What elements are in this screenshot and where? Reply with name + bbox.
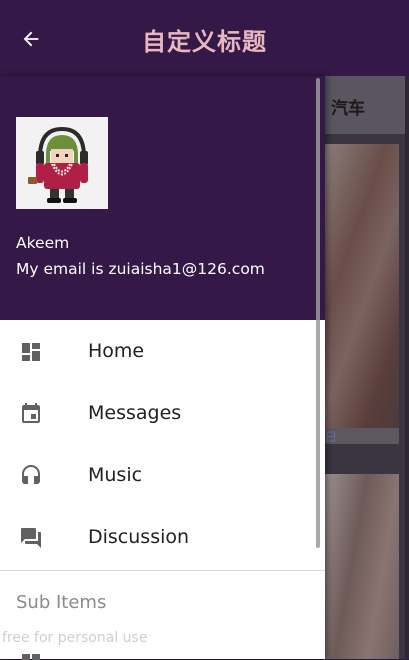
avatar[interactable] (16, 117, 108, 209)
user-email: My email is zuiaisha1@126.com (16, 260, 265, 278)
android-avatar-icon (28, 126, 88, 203)
image-card[interactable]: 日 (325, 144, 399, 444)
dashboard-icon (22, 343, 40, 361)
menu-item-label: Home (88, 340, 145, 362)
drawer-menu: Home Messages Music Discussion (0, 321, 325, 569)
app-bar: 自定义标题 (0, 0, 409, 76)
menu-item-label: Discussion (88, 526, 190, 548)
navigation-drawer: Akeem My email is zuiaisha1@126.com Home… (0, 76, 325, 660)
card-photo (325, 474, 399, 659)
user-name: Akeem (16, 234, 70, 252)
tab-cars[interactable]: 汽车 (325, 76, 409, 134)
calendar-icon (22, 403, 40, 423)
forum-icon (21, 528, 41, 548)
content-edge (405, 76, 409, 659)
menu-item-label: Messages (88, 402, 182, 424)
menu-item-discussion[interactable]: Discussion (0, 507, 325, 569)
watermark-text: free for personal use (2, 630, 148, 646)
sub-items-header: Sub Items (16, 592, 107, 613)
menu-divider (0, 570, 325, 571)
menu-item-home[interactable]: Home (0, 321, 325, 383)
dashboard-icon (22, 654, 40, 660)
drawer-scrollbar[interactable] (316, 78, 320, 548)
image-card[interactable] (325, 474, 399, 659)
drawer-header: Akeem My email is zuiaisha1@126.com (0, 76, 325, 320)
card-caption: 日 (325, 430, 338, 444)
page-title: 自定义标题 (142, 28, 267, 56)
tab-label: 汽车 (331, 99, 365, 119)
headset-icon (22, 465, 40, 484)
menu-item-music[interactable]: Music (0, 445, 325, 507)
menu-item-messages[interactable]: Messages (0, 383, 325, 445)
card-photo (325, 144, 399, 428)
menu-item-label: Music (88, 464, 143, 486)
